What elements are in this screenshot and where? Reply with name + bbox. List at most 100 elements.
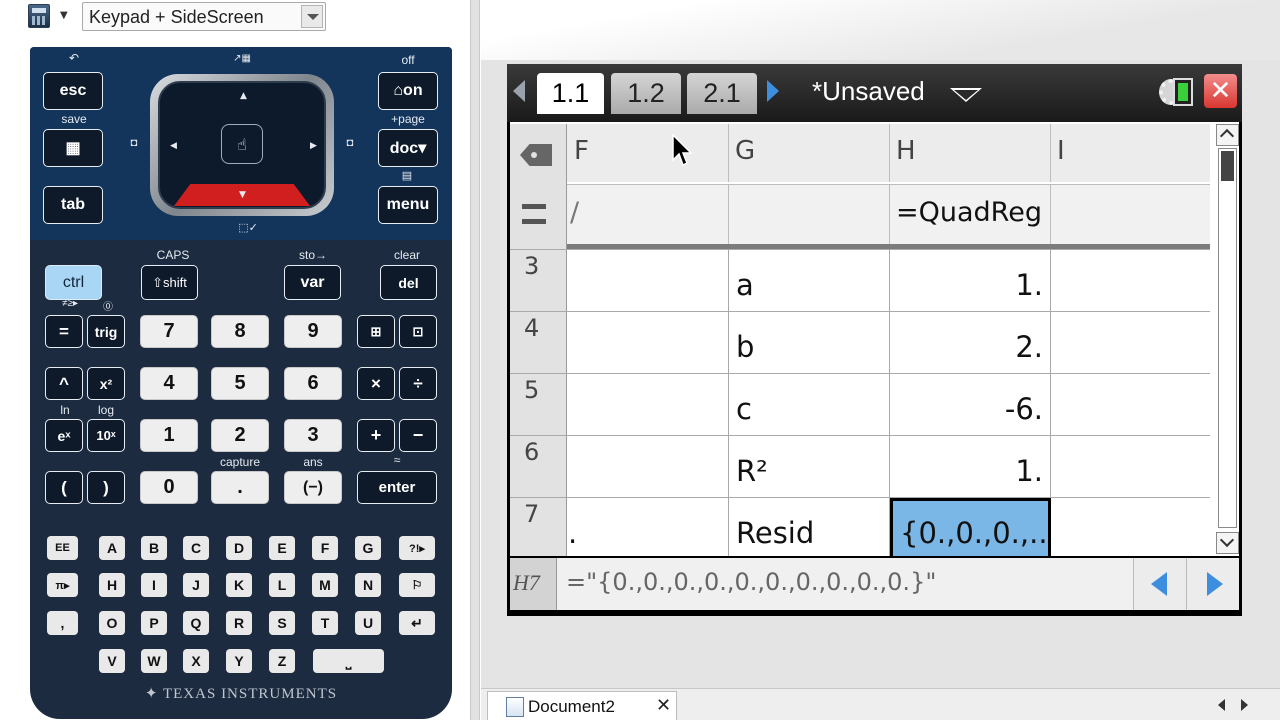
key-l[interactable]: L (269, 573, 295, 597)
exp-key[interactable]: eˣ (45, 419, 83, 452)
key-f[interactable]: F (312, 536, 338, 560)
column-header-i[interactable]: I (1051, 124, 1210, 182)
up-arrow-icon[interactable]: ▲ (240, 91, 247, 101)
cell-i7[interactable] (1051, 498, 1210, 556)
equals-icon[interactable] (522, 204, 546, 224)
close-document-button[interactable]: ✕ (1204, 74, 1237, 108)
cell-h7-selected[interactable]: {0.,0.,0.,... (890, 498, 1051, 556)
key-b[interactable]: B (141, 536, 167, 560)
tab-right-arrow-icon[interactable] (767, 80, 779, 102)
key-a[interactable]: A (99, 536, 125, 560)
key-t[interactable]: T (312, 611, 338, 635)
key-s[interactable]: S (269, 611, 295, 635)
ctrl-key[interactable]: ctrl (45, 265, 102, 300)
scroll-down-icon[interactable] (1216, 532, 1239, 554)
key-d[interactable]: D (226, 536, 252, 560)
right-paren-key[interactable]: ) (87, 471, 125, 504)
row-number[interactable]: 4 (510, 312, 567, 374)
entry-expression[interactable]: ="{0.,0.,0.,0.,0.,0.,0.,0.,0.,0.}" (566, 568, 936, 596)
key-5[interactable]: 5 (211, 367, 269, 400)
multiply-key[interactable]: × (357, 367, 395, 400)
battery-settings-icon[interactable] (1159, 76, 1199, 108)
cell-h6[interactable]: 1. (890, 436, 1051, 498)
cell-g6[interactable]: R² (729, 436, 890, 498)
key-r[interactable]: R (226, 611, 252, 635)
plus-key[interactable]: + (357, 419, 395, 452)
key-h[interactable]: H (99, 573, 125, 597)
scroll-track[interactable] (1218, 148, 1237, 528)
scroll-up-icon[interactable] (1216, 124, 1239, 146)
key-i[interactable]: I (141, 573, 167, 597)
ee-key[interactable]: EE (47, 536, 78, 560)
click-pointer-icon[interactable]: ☝ (221, 124, 263, 164)
key-m[interactable]: M (312, 573, 338, 597)
left-arrow-icon[interactable]: ◀ (170, 141, 177, 151)
right-arrow-icon[interactable]: ▶ (310, 141, 317, 151)
catalog-icon[interactable]: ⊡ (399, 315, 437, 348)
tab-1-2[interactable]: 1.2 (611, 73, 681, 114)
cell-g7[interactable]: Resid (729, 498, 890, 556)
key-p[interactable]: P (141, 611, 167, 635)
key-v[interactable]: V (99, 649, 125, 673)
chevron-down-icon[interactable]: ▼ (60, 10, 68, 21)
menu-key[interactable]: menu (378, 186, 438, 224)
flag-icon[interactable]: ⚐ (399, 573, 435, 597)
caret-key[interactable]: ^ (45, 367, 83, 400)
row-number[interactable]: 6 (510, 436, 567, 498)
cell-f3[interactable] (568, 250, 729, 312)
esc-key[interactable]: esc (43, 72, 103, 110)
scroll-thumb[interactable] (1221, 151, 1234, 181)
square-key[interactable]: x² (87, 367, 125, 400)
key-6[interactable]: 6 (284, 367, 342, 400)
key-7[interactable]: 7 (140, 315, 198, 348)
close-icon[interactable]: ✕ (656, 695, 671, 716)
space-key[interactable]: ⎵ (313, 649, 384, 673)
document-title[interactable]: *Unsaved (812, 76, 925, 107)
key-z[interactable]: Z (269, 649, 295, 673)
key-c[interactable]: C (183, 536, 209, 560)
key-o[interactable]: O (99, 611, 125, 635)
shift-key[interactable]: ⇧shift (141, 265, 198, 300)
pi-key[interactable]: π▸ (47, 573, 78, 597)
panel-divider[interactable] (470, 0, 480, 720)
cell-i5[interactable] (1051, 374, 1210, 436)
key-3[interactable]: 3 (284, 419, 342, 452)
punctuation-key[interactable]: ?!▸ (399, 536, 435, 560)
document-tab[interactable]: Document2 ✕ (487, 691, 677, 720)
decimal-key[interactable]: . (211, 471, 269, 504)
on-key[interactable]: ⌂on (378, 72, 438, 110)
key-q[interactable]: Q (183, 611, 209, 635)
minus-key[interactable]: − (399, 419, 437, 452)
templates-icon[interactable]: ⊞ (357, 315, 395, 348)
cell-h5[interactable]: -6. (890, 374, 1051, 436)
key-1[interactable]: 1 (140, 419, 198, 452)
formula-cell-i[interactable] (1051, 185, 1210, 245)
tab-left-arrow-icon[interactable] (513, 80, 525, 102)
key-9[interactable]: 9 (284, 315, 342, 348)
key-e[interactable]: E (269, 536, 295, 560)
cell-g5[interactable]: c (729, 374, 890, 436)
touchpad-down-highlight[interactable]: ▼ (174, 184, 310, 206)
tab-2-1[interactable]: 2.1 (687, 73, 757, 114)
row-number[interactable]: 3 (510, 250, 567, 312)
key-4[interactable]: 4 (140, 367, 198, 400)
key-k[interactable]: K (226, 573, 252, 597)
view-mode-select[interactable]: Keypad + SideScreen (82, 2, 326, 31)
key-y[interactable]: Y (226, 649, 252, 673)
enter-key[interactable]: enter (357, 471, 437, 504)
key-n[interactable]: N (355, 573, 381, 597)
touchpad[interactable]: ▲ ◀ ▶ ☝ ▼ (158, 81, 326, 209)
key-w[interactable]: W (141, 649, 167, 673)
key-u[interactable]: U (355, 611, 381, 635)
var-key[interactable]: var (284, 265, 341, 300)
cell-i3[interactable] (1051, 250, 1210, 312)
calculator-icon[interactable] (28, 4, 50, 28)
cell-i4[interactable] (1051, 312, 1210, 374)
formula-cell-h[interactable]: =QuadReg (890, 185, 1051, 245)
tag-icon[interactable] (520, 144, 552, 166)
cell-g4[interactable]: b (729, 312, 890, 374)
entry-previous-icon[interactable] (1133, 558, 1186, 610)
formula-cell-f[interactable]: / (568, 185, 729, 245)
tab-1-1[interactable]: 1.1 (537, 73, 604, 114)
cell-g3[interactable]: a (729, 250, 890, 312)
